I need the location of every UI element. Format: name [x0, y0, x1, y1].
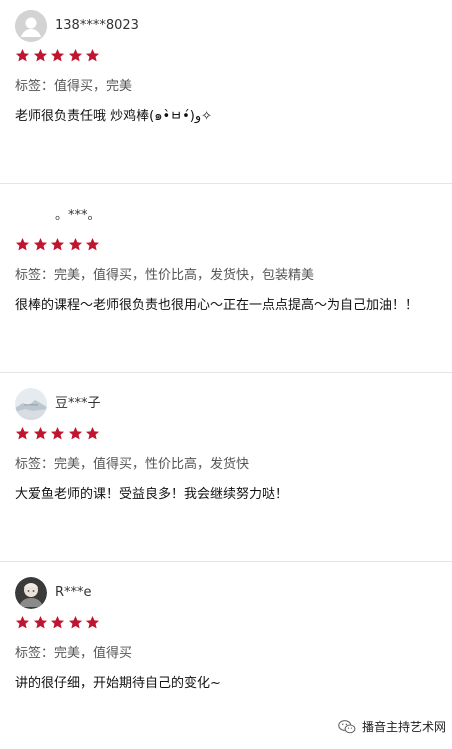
- review-user: 。***。: [15, 200, 101, 232]
- default-avatar-icon: [15, 10, 47, 42]
- review-comment: 大爱鱼老师的课！受益良多！我会继续努力哒！: [15, 487, 289, 502]
- avatar: [15, 200, 47, 232]
- watermark-text: 播音主持艺术网: [361, 720, 446, 734]
- review-comment: 老师很负责任哦 炒鸡棒(๑•̀ㅂ•́)و✧: [15, 109, 213, 124]
- username: 豆***子: [55, 396, 101, 411]
- star-icon: [33, 426, 48, 441]
- star-icon: [68, 426, 83, 441]
- star-icon: [68, 615, 83, 630]
- star-icon: [85, 615, 100, 630]
- review-tags: 标签：完美，值得买: [15, 646, 133, 661]
- review-comment: 很棒的课程～老师很负责也很用心～正在一点点提高～为自己加油！！: [15, 298, 419, 313]
- star-rating: [15, 615, 103, 631]
- star-icon: [85, 48, 100, 63]
- review-item: 。***。 标签：完美，值得买，性价比高，发货快，包装精美 很棒的课程～老师很负…: [0, 184, 452, 373]
- star-icon: [68, 48, 83, 63]
- star-rating: [15, 426, 103, 442]
- review-user: R***e: [15, 577, 92, 609]
- username: 。***。: [55, 208, 101, 223]
- star-icon: [15, 426, 30, 441]
- username: 138****8023: [55, 18, 139, 33]
- review-tags: 标签：完美，值得买，性价比高，发货快: [15, 457, 250, 472]
- review-tags: 标签：值得买，完美: [15, 79, 133, 94]
- star-icon: [50, 426, 65, 441]
- review-item: 138****8023 标签：值得买，完美 老师很负责任哦 炒鸡棒(๑•̀ㅂ•́…: [0, 0, 452, 184]
- star-icon: [15, 48, 30, 63]
- wechat-icon: [338, 719, 356, 733]
- landscape-avatar-icon: [15, 388, 47, 420]
- star-icon: [85, 237, 100, 252]
- star-rating: [15, 237, 103, 253]
- star-icon: [50, 615, 65, 630]
- star-icon: [68, 237, 83, 252]
- star-icon: [33, 615, 48, 630]
- star-rating: [15, 48, 103, 64]
- username: R***e: [55, 585, 92, 600]
- star-icon: [50, 237, 65, 252]
- review-user: 138****8023: [15, 10, 139, 42]
- review-user: 豆***子: [15, 388, 101, 420]
- star-icon: [85, 426, 100, 441]
- star-icon: [33, 237, 48, 252]
- star-icon: [15, 615, 30, 630]
- star-icon: [15, 237, 30, 252]
- star-icon: [33, 48, 48, 63]
- review-tags: 标签：完美，值得买，性价比高，发货快，包装精美: [15, 268, 315, 283]
- photo-avatar-icon: [15, 577, 47, 609]
- review-item: 豆***子 标签：完美，值得买，性价比高，发货快 大爱鱼老师的课！受益良多！我会…: [0, 373, 452, 562]
- star-icon: [50, 48, 65, 63]
- watermark: 播音主持艺术网: [338, 718, 446, 735]
- review-comment: 讲的很仔细，开始期待自己的变化~: [15, 676, 221, 691]
